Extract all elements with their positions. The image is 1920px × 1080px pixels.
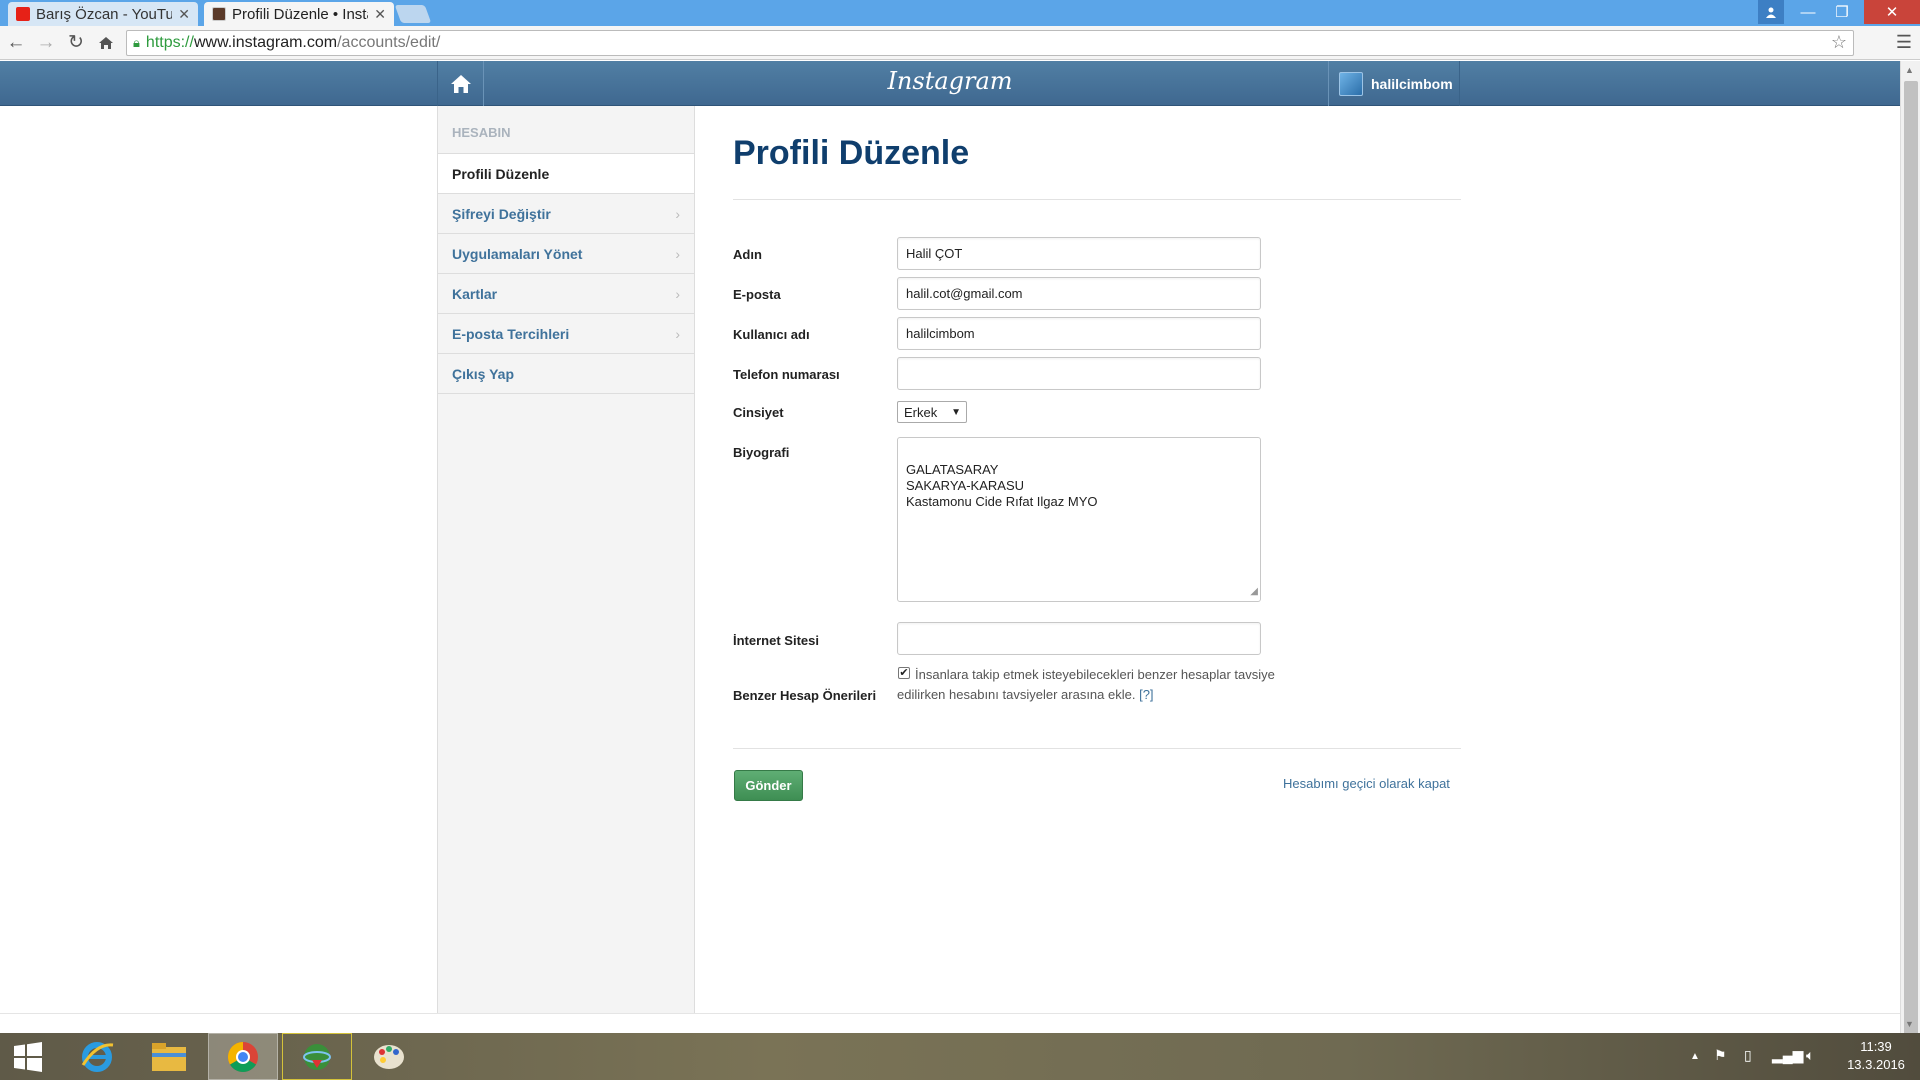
suggestions-help-link[interactable]: [?] bbox=[1139, 687, 1153, 702]
internet-explorer-icon[interactable] bbox=[62, 1033, 132, 1080]
browser-toolbar: ← → ↻ 🔒︎ https://www.instagram.com/accou… bbox=[0, 26, 1920, 60]
suggestions-text: İnsanlara takip etmek isteyebilecekleri … bbox=[897, 667, 1275, 702]
sidebar-item-manage-apps[interactable]: Uygulamaları Yönet › bbox=[438, 233, 694, 273]
chevron-right-icon: › bbox=[675, 325, 680, 342]
chrome-profile-icon[interactable] bbox=[1758, 0, 1784, 24]
bio-textarea[interactable]: GALATASARAY SAKARYA-KARASU Kastamonu Cid… bbox=[897, 437, 1261, 602]
bio-text: GALATASARAY SAKARYA-KARASU Kastamonu Cid… bbox=[906, 462, 1098, 509]
windows-taskbar: ▲ ⚑ ▯ ▂▄▆ 🔈︎ 11:39 13.3.2016 bbox=[0, 1033, 1920, 1080]
sidebar-item-label: Uygulamaları Yönet bbox=[452, 245, 583, 262]
sidebar-item-edit-profile[interactable]: Profili Düzenle bbox=[438, 153, 694, 193]
bookmark-star-icon[interactable]: ☆ bbox=[1831, 32, 1847, 53]
chrome-taskbar-icon[interactable] bbox=[208, 1033, 278, 1080]
tab-close-icon[interactable]: ✕ bbox=[374, 6, 386, 23]
scrollbar-thumb[interactable] bbox=[1904, 81, 1918, 1043]
sidebar-item-label: Şifreyi Değiştir bbox=[452, 205, 551, 222]
username-field[interactable] bbox=[897, 317, 1261, 350]
email-field[interactable] bbox=[897, 277, 1261, 310]
chevron-right-icon: › bbox=[675, 285, 680, 302]
gender-select-value: Erkek bbox=[904, 404, 938, 420]
action-center-icon[interactable]: ⚑ bbox=[1714, 1047, 1727, 1064]
name-field[interactable] bbox=[897, 237, 1261, 270]
title-divider bbox=[733, 199, 1461, 200]
email-label: E-posta bbox=[733, 287, 781, 302]
name-label: Adın bbox=[733, 247, 762, 262]
page-title: Profili Düzenle bbox=[733, 134, 970, 172]
username-label: halilcimbom bbox=[1371, 75, 1453, 92]
url-host: www.instagram.com bbox=[193, 34, 338, 51]
file-explorer-icon[interactable] bbox=[134, 1033, 204, 1080]
website-field[interactable] bbox=[897, 622, 1261, 655]
window-close-icon[interactable]: ✕ bbox=[1864, 0, 1920, 24]
username-field-label: Kullanıcı adı bbox=[733, 327, 810, 342]
tab-youtube[interactable]: Barış Özcan - YouTub ✕ bbox=[8, 2, 198, 26]
sidebar-item-logout[interactable]: Çıkış Yap bbox=[438, 353, 694, 393]
youtube-favicon-icon bbox=[16, 7, 30, 21]
tab-instagram[interactable]: Profili Düzenle • Insta ✕ bbox=[204, 2, 394, 26]
clock-time: 11:39 bbox=[1860, 1039, 1892, 1054]
bio-label: Biyografi bbox=[733, 445, 790, 460]
submit-button[interactable]: Gönder bbox=[734, 770, 803, 801]
sidebar-item-label: E-posta Tercihleri bbox=[452, 325, 570, 342]
sidebar-item-label: Çıkış Yap bbox=[452, 365, 515, 382]
phone-label: Telefon numarası bbox=[733, 367, 840, 382]
sidebar-item-email-preferences[interactable]: E-posta Tercihleri › bbox=[438, 313, 694, 353]
forward-arrow-icon[interactable]: → bbox=[32, 29, 60, 57]
address-bar[interactable]: 🔒︎ https://www.instagram.com/accounts/ed… bbox=[126, 30, 1854, 56]
resize-grip-icon[interactable]: ◢ bbox=[1250, 584, 1258, 600]
page-footer-strip bbox=[0, 1013, 1900, 1033]
instagram-logo[interactable]: Instagram bbox=[880, 67, 1020, 95]
home-icon bbox=[450, 74, 471, 93]
suggestions-description: İnsanlara takip etmek isteyebilecekleri … bbox=[897, 665, 1277, 705]
avatar bbox=[1339, 71, 1363, 96]
reload-icon[interactable]: ↻ bbox=[62, 29, 90, 57]
edit-profile-panel bbox=[696, 106, 1900, 1013]
home-icon[interactable] bbox=[92, 29, 120, 57]
form-divider bbox=[733, 748, 1461, 749]
website-label: İnternet Sitesi bbox=[733, 633, 819, 648]
chevron-right-icon: › bbox=[675, 205, 680, 222]
download-manager-icon[interactable] bbox=[282, 1033, 352, 1080]
lock-icon: 🔒︎ bbox=[133, 35, 140, 50]
sidebar-heading: HESABIN bbox=[452, 125, 511, 140]
volume-icon[interactable]: 🔈︎ bbox=[1806, 1047, 1814, 1064]
tab-title: Barış Özcan - YouTub bbox=[36, 5, 173, 23]
profile-menu[interactable]: halilcimbom bbox=[1328, 61, 1460, 106]
dropdown-arrow-icon: ▼ bbox=[951, 406, 961, 418]
tab-close-icon[interactable]: ✕ bbox=[178, 6, 190, 23]
instagram-header: Instagram halilcimbom bbox=[0, 61, 1900, 106]
home-button[interactable] bbox=[437, 61, 484, 106]
sidebar-item-label: Profili Düzenle bbox=[452, 165, 550, 182]
disable-account-link[interactable]: Hesabımı geçici olarak kapat bbox=[1283, 776, 1450, 791]
clock-date: 13.3.2016 bbox=[1847, 1057, 1905, 1072]
sidebar-divider bbox=[438, 393, 694, 394]
power-icon[interactable]: ▯ bbox=[1744, 1047, 1752, 1064]
gender-label: Cinsiyet bbox=[733, 405, 784, 420]
sidebar-item-label: Kartlar bbox=[452, 285, 498, 302]
suggestions-label: Benzer Hesap Önerileri bbox=[733, 688, 877, 703]
new-tab-button[interactable] bbox=[394, 5, 432, 23]
browser-tab-strip: Barış Özcan - YouTub ✕ Profili Düzenle •… bbox=[0, 0, 1920, 26]
instagram-favicon-icon bbox=[212, 7, 226, 21]
taskbar-clock[interactable]: 11:39 13.3.2016 bbox=[1836, 1038, 1916, 1074]
show-hidden-icons[interactable]: ▲ bbox=[1690, 1051, 1700, 1062]
tab-title: Profili Düzenle • Insta bbox=[232, 5, 369, 23]
network-icon[interactable]: ▂▄▆ bbox=[1772, 1047, 1803, 1064]
sidebar-item-cards[interactable]: Kartlar › bbox=[438, 273, 694, 313]
chevron-right-icon: › bbox=[675, 245, 680, 262]
phone-field[interactable] bbox=[897, 357, 1261, 390]
sidebar-item-change-password[interactable]: Şifreyi Değiştir › bbox=[438, 193, 694, 233]
windows-start-icon[interactable] bbox=[0, 1033, 56, 1080]
chrome-menu-icon[interactable]: ☰ bbox=[1896, 32, 1912, 53]
url-scheme: https:// bbox=[145, 34, 194, 51]
restore-icon[interactable]: ❐ bbox=[1822, 0, 1862, 24]
vertical-scrollbar[interactable]: ▲ ▼ bbox=[1900, 61, 1920, 1043]
paint-icon[interactable] bbox=[354, 1033, 424, 1080]
url-path: /accounts/edit/ bbox=[337, 34, 441, 51]
back-arrow-icon[interactable]: ← bbox=[2, 29, 30, 57]
scroll-down-icon[interactable]: ▼ bbox=[1905, 1019, 1914, 1029]
gender-select[interactable]: Erkek ▼ bbox=[897, 401, 967, 423]
scroll-up-icon[interactable]: ▲ bbox=[1905, 65, 1914, 75]
